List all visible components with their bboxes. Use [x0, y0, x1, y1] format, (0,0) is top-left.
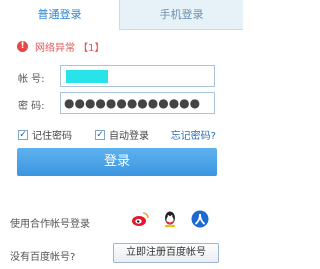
qq-icon[interactable]	[161, 210, 179, 228]
login-tabs: 普通登录 手机登录	[0, 0, 243, 30]
auto-login-checkbox[interactable]: ✓ 自动登录	[95, 127, 149, 142]
weibo-icon[interactable]	[131, 210, 149, 228]
auto-login-label: 自动登录	[109, 131, 149, 142]
autologin-check-icon: ✓	[95, 129, 105, 140]
username-label: 帐 号:	[18, 74, 45, 85]
password-label: 密 码:	[18, 101, 45, 112]
partner-login-label: 使用合作帐号登录	[10, 218, 90, 230]
login-button[interactable]: 登录	[17, 148, 217, 176]
tab-phone-login[interactable]: 手机登录	[120, 0, 243, 30]
register-button[interactable]: 立即注册百度帐号	[113, 243, 219, 263]
remember-check-icon: ✓	[18, 129, 28, 140]
username-field[interactable]: user	[60, 65, 215, 87]
tab-normal-login[interactable]: 普通登录	[0, 0, 120, 30]
password-field[interactable]: ●●●●●●●●●●●●●	[60, 92, 215, 114]
forgot-password-link[interactable]: 忘记密码?	[171, 127, 216, 142]
remember-password-label: 记住密码	[32, 131, 72, 142]
remember-password-checkbox[interactable]: ✓ 记住密码	[18, 127, 72, 142]
partner-login-row: 使用合作帐号登录	[10, 214, 90, 230]
error-icon: !	[17, 40, 28, 52]
register-row: 没有百度帐号?	[10, 245, 75, 265]
renren-icon[interactable]	[191, 210, 209, 228]
error-text: 网络异常 【1】	[35, 42, 105, 54]
error-message: ! 网络异常 【1】	[17, 39, 105, 54]
password-value: ●●●●●●●●●●●●●	[64, 96, 201, 110]
no-account-text: 没有百度帐号?	[10, 251, 76, 263]
username-value: user	[66, 70, 108, 83]
